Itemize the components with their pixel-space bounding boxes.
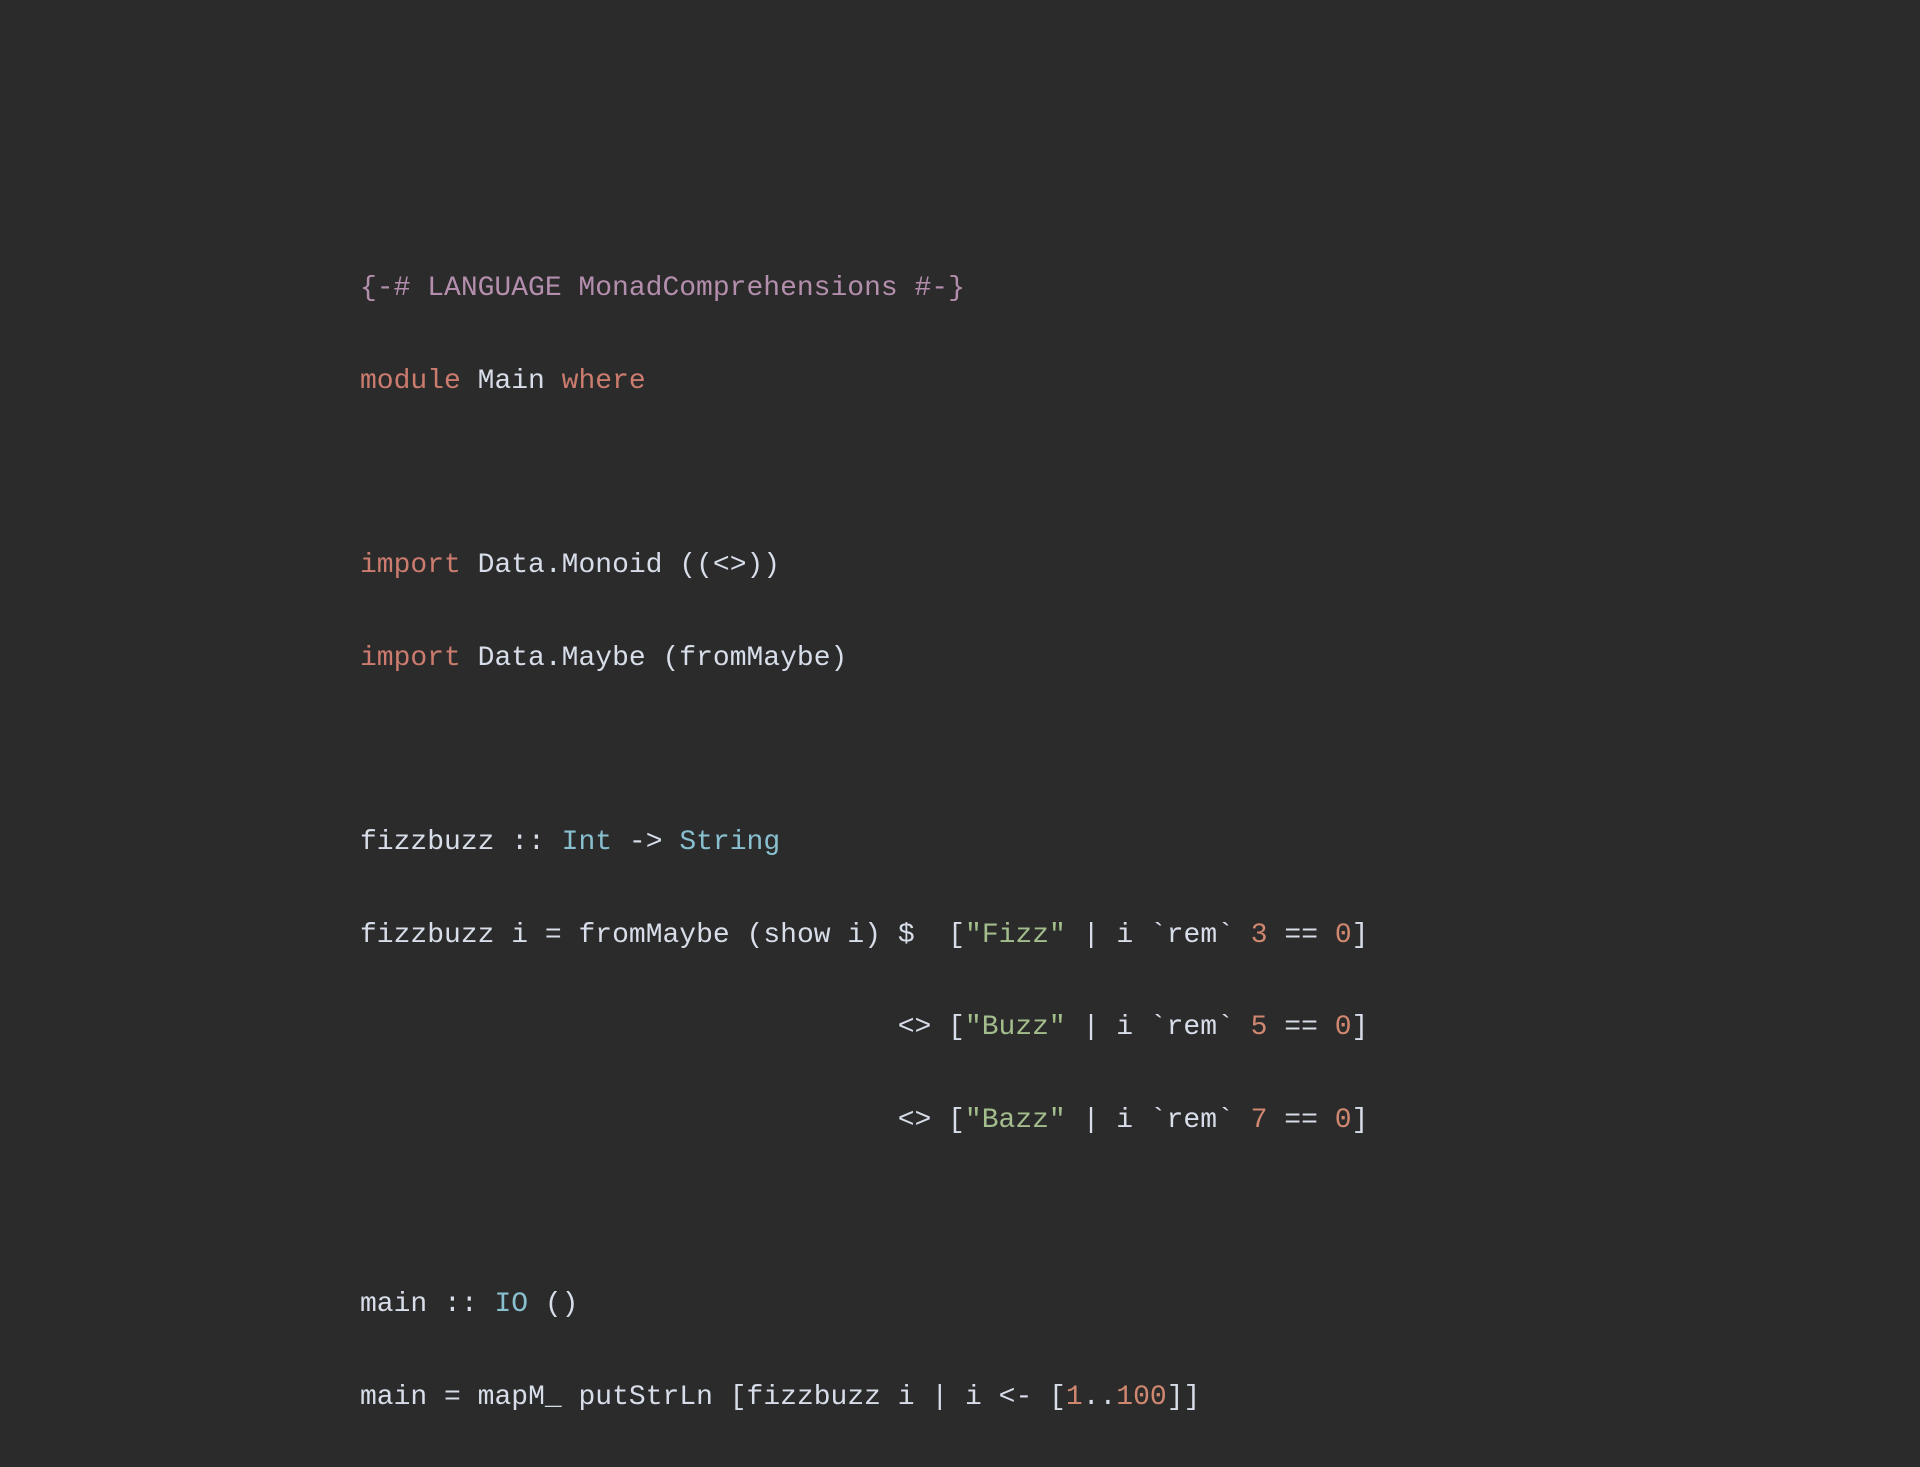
dollar-op: $ (898, 920, 915, 951)
string-bazz: "Bazz" (965, 1105, 1066, 1136)
equals: = (444, 1382, 461, 1413)
bind-arrow: <- (999, 1382, 1033, 1413)
string-buzz: "Buzz" (965, 1012, 1066, 1043)
bracket-close: ] (1352, 920, 1369, 951)
paren-open: ( (747, 920, 764, 951)
type-colons: :: (444, 1289, 478, 1320)
param: i (511, 920, 528, 951)
code-line-definition: fizzbuzz i = fromMaybe (show i) $ ["Fizz… (360, 913, 1920, 959)
keyword-where: where (562, 366, 646, 397)
number-three: 3 (1251, 920, 1268, 951)
type-colons: :: (511, 827, 545, 858)
code-line-definition: main = mapM_ putStrLn [fizzbuzz i | i <-… (360, 1375, 1920, 1421)
code-line-import: import Data.Maybe (fromMaybe) (360, 636, 1920, 682)
backtick: ` (1150, 920, 1167, 951)
bracket-open: [ (948, 1105, 965, 1136)
var-i: i (1116, 920, 1133, 951)
backtick: ` (1217, 1105, 1234, 1136)
code-line-module: module Main where (360, 359, 1920, 405)
code-line-pragma: {-# LANGUAGE MonadComprehensions #-} (360, 266, 1920, 312)
eq-eq: == (1284, 1105, 1318, 1136)
import-spec: (fromMaybe) (662, 643, 847, 674)
number-seven: 7 (1251, 1105, 1268, 1136)
var-i: i (1116, 1012, 1133, 1043)
indent (360, 1012, 898, 1043)
equals: = (545, 920, 562, 951)
var-i: i (898, 1382, 915, 1413)
import-module: Data.Monoid (478, 550, 663, 581)
type-io: IO (494, 1289, 528, 1320)
number-zero: 0 (1335, 1105, 1352, 1136)
type-arrow: -> (629, 827, 663, 858)
module-name: Main (478, 366, 545, 397)
range-dots: .. (1083, 1382, 1117, 1413)
func-putstrln: putStrLn (578, 1382, 712, 1413)
import-module: Data.Maybe (478, 643, 646, 674)
bracket-open: [ (730, 1382, 747, 1413)
paren-close: ) (864, 920, 881, 951)
append-op: <> (898, 1105, 932, 1136)
var-i: i (1116, 1105, 1133, 1136)
pragma-text: {-# LANGUAGE MonadComprehensions #-} (360, 273, 965, 304)
import-spec: ((<>)) (679, 550, 780, 581)
indent (360, 1105, 898, 1136)
func-show: show (763, 920, 830, 951)
code-line-continuation: <> ["Buzz" | i `rem` 5 == 0] (360, 1005, 1920, 1051)
number-zero: 0 (1335, 1012, 1352, 1043)
func-fizzbuzz: fizzbuzz (747, 1382, 881, 1413)
var-i: i (965, 1382, 982, 1413)
code-line-blank (360, 451, 1920, 497)
show-arg: i (847, 920, 864, 951)
pipe: | (1083, 1105, 1100, 1136)
func-main: main (360, 1382, 427, 1413)
append-op: <> (898, 1012, 932, 1043)
number-one: 1 (1066, 1382, 1083, 1413)
range-close: ] (1167, 1382, 1184, 1413)
unit: () (545, 1289, 579, 1320)
func-name: fizzbuzz (360, 827, 494, 858)
pipe: | (1083, 920, 1100, 951)
func-name: fizzbuzz (360, 920, 494, 951)
pipe: | (1083, 1012, 1100, 1043)
bracket-open: [ (948, 1012, 965, 1043)
type-string: String (679, 827, 780, 858)
keyword-module: module (360, 366, 461, 397)
eq-eq: == (1284, 1012, 1318, 1043)
code-line-signature: fizzbuzz :: Int -> String (360, 820, 1920, 866)
code-block: {-# LANGUAGE MonadComprehensions #-} mod… (0, 0, 1920, 1467)
backtick: ` (1217, 1012, 1234, 1043)
number-five: 5 (1251, 1012, 1268, 1043)
bracket-close: ] (1184, 1382, 1201, 1413)
type-int: Int (562, 827, 612, 858)
backtick: ` (1217, 920, 1234, 951)
bracket-close: ] (1352, 1105, 1369, 1136)
backtick: ` (1150, 1012, 1167, 1043)
func-call: fromMaybe (578, 920, 729, 951)
func-mapm: mapM_ (478, 1382, 562, 1413)
func-rem: rem (1167, 1012, 1217, 1043)
number-hundred: 100 (1116, 1382, 1166, 1413)
func-rem: rem (1167, 920, 1217, 951)
backtick: ` (1150, 1105, 1167, 1136)
keyword-import: import (360, 550, 461, 581)
eq-eq: == (1284, 920, 1318, 951)
pipe: | (931, 1382, 948, 1413)
keyword-import: import (360, 643, 461, 674)
func-main: main (360, 1289, 427, 1320)
bracket-open: [ (948, 920, 965, 951)
number-zero: 0 (1335, 920, 1352, 951)
range-open: [ (1049, 1382, 1066, 1413)
code-line-blank (360, 728, 1920, 774)
code-line-import: import Data.Monoid ((<>)) (360, 543, 1920, 589)
code-line-signature: main :: IO () (360, 1282, 1920, 1328)
string-fizz: "Fizz" (965, 920, 1066, 951)
code-line-continuation: <> ["Bazz" | i `rem` 7 == 0] (360, 1098, 1920, 1144)
code-line-blank (360, 1190, 1920, 1236)
func-rem: rem (1167, 1105, 1217, 1136)
bracket-close: ] (1352, 1012, 1369, 1043)
